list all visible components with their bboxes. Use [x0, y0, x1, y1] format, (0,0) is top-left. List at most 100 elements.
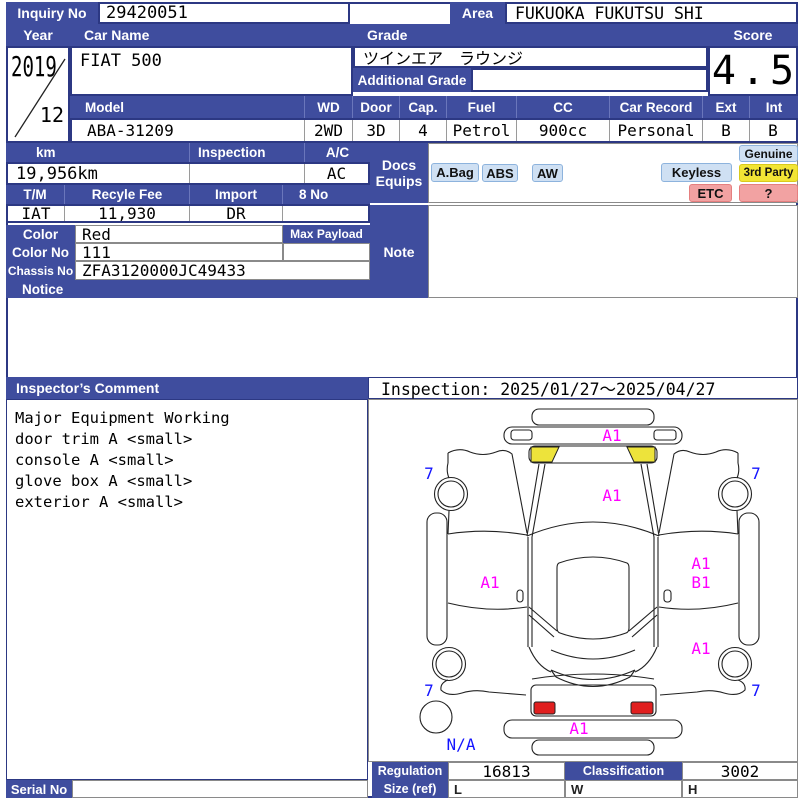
- front-right-lamp-outline: [653, 429, 677, 441]
- note-label: Note: [370, 205, 428, 298]
- fuel-value: Petrol: [447, 120, 517, 141]
- rear-left-fender: [440, 679, 527, 696]
- door-bottom-lines: [447, 602, 739, 610]
- int-label: Int: [765, 99, 783, 115]
- a-pillars: [526, 463, 660, 538]
- grade-label: Grade: [353, 24, 708, 46]
- km-values-row: 19,956km AC: [6, 162, 370, 185]
- classification-value: 3002: [682, 762, 798, 781]
- tail-lights: [533, 701, 654, 715]
- front-left-fender: [447, 449, 528, 534]
- left-door-mark: A1: [480, 573, 499, 592]
- car-record-label: Car Record: [610, 96, 703, 118]
- right-door-mark-2: B1: [691, 573, 710, 592]
- front-left-wheel-mark: 7: [424, 464, 434, 483]
- cap-value: 4: [400, 120, 447, 141]
- keyless-badge: Keyless: [661, 163, 732, 182]
- eight-no-label: 8 No: [299, 187, 329, 202]
- classification-label: Classification: [565, 762, 682, 780]
- ac-value: AC: [326, 164, 347, 183]
- inspection-value: [190, 164, 305, 183]
- inquiry-no-value: 29420051: [98, 2, 350, 24]
- serial-no-value: [72, 780, 368, 798]
- unknown-badge: ?: [739, 184, 798, 202]
- inspection-period: Inspection: 2025/01/27～2025/04/27: [368, 377, 798, 399]
- size-h-cell: H: [682, 780, 798, 798]
- b-pillars: [527, 537, 659, 647]
- rear-right-fender: [659, 679, 746, 696]
- right-quarter-mark: A1: [691, 639, 710, 658]
- quarter-pillars: [528, 606, 658, 638]
- door-top-lines: [447, 530, 739, 536]
- serial-no-label: Serial No: [6, 780, 72, 798]
- regulation-value: 16813: [448, 762, 565, 781]
- front-left-wheel: [433, 476, 469, 512]
- regulation-label: Regulation: [372, 762, 448, 780]
- km-label: km: [6, 143, 190, 162]
- inquiry-no-label: Inquiry No: [6, 2, 98, 24]
- color-no-label: Color No: [6, 243, 75, 261]
- car-name-label: Car Name: [70, 24, 353, 46]
- rear-left-wheel: [431, 646, 467, 682]
- chassis-no-value: ZFA3120000JC49433: [75, 261, 370, 280]
- inspectors-comment-area: Major Equipment Working door trim A <sma…: [6, 399, 368, 780]
- tm-header-row: T/M Recyle Fee Import 8 No: [6, 185, 370, 204]
- cc-value: 900cc: [517, 120, 610, 141]
- km-value: 19,956km: [8, 164, 190, 184]
- inspection-label: Inspection: [190, 143, 305, 162]
- ac-label: A/C: [325, 145, 350, 160]
- model-value: ABA-31209: [72, 120, 305, 141]
- note-area: [428, 205, 798, 298]
- ext-value: B: [703, 120, 750, 141]
- chassis-no-label: Chassis No: [6, 261, 75, 280]
- recycle-fee-label: Recyle Fee: [65, 185, 190, 204]
- comment-line-4: glove box A <small>: [15, 472, 193, 490]
- car-record-value: Personal: [610, 120, 703, 141]
- month-value: 12: [39, 103, 64, 127]
- front-bumper-mark: A1: [602, 426, 621, 445]
- notice-label: Notice: [6, 280, 370, 298]
- genuine-badge: Genuine: [739, 145, 798, 162]
- comment-line-3: console A <small>: [15, 451, 174, 469]
- recycle-fee-value: 11,930: [65, 204, 190, 223]
- rear-right-wheel-mark: 7: [751, 681, 761, 700]
- spare-tire-outline: [419, 700, 453, 734]
- car-name-value: FIAT 500: [70, 46, 353, 96]
- left-door-handle: [516, 589, 524, 603]
- size-w-cell: W: [565, 780, 682, 798]
- rear-window-top-arc: [550, 649, 636, 660]
- year-value: 2019: [11, 50, 57, 83]
- color-value: Red: [75, 225, 283, 244]
- color-label: Color: [6, 225, 75, 243]
- front-bumper-outline: [503, 426, 683, 445]
- cap-label: Cap.: [400, 96, 447, 118]
- tm-values-row: IAT 11,930 DR: [6, 204, 370, 223]
- hood-mark: A1: [602, 486, 621, 505]
- max-payload-value: [283, 243, 370, 261]
- grade-value: ツインエア ラウンジ: [353, 46, 708, 68]
- import-label: Import: [190, 185, 283, 204]
- year-value-cell: 2019 12: [6, 46, 70, 143]
- right-side-rail: [738, 512, 760, 646]
- right-door-mark-1: A1: [691, 554, 710, 573]
- score-label: Score: [708, 24, 798, 46]
- front-left-lamp-outline: [510, 429, 533, 441]
- size-l-cell: L: [448, 780, 565, 798]
- roof-outline: [556, 556, 630, 640]
- equips-label: Equips: [375, 173, 423, 189]
- additional-grade-value: [471, 68, 708, 92]
- model-values-row: ABA-31209 2WD 3D 4 Petrol 900cc Personal…: [70, 118, 798, 143]
- door-label: Door: [353, 96, 400, 118]
- front-right-wheel-mark: 7: [751, 464, 761, 483]
- wd-value: 2WD: [305, 120, 353, 141]
- comment-line-2: door trim A <small>: [15, 430, 193, 448]
- rear-left-wheel-mark: 7: [424, 681, 434, 700]
- third-party-badge: 3rd Party: [739, 164, 798, 182]
- eight-no-value: [283, 206, 368, 221]
- comment-line-1: Major Equipment Working: [15, 409, 230, 427]
- score-value: 4.5: [708, 46, 798, 96]
- car-diagram-panel: A1 A1 A1 A1 B1 A1 A1 7 7 7 7 N/A: [368, 399, 798, 762]
- rear-bumper-mark: A1: [569, 719, 588, 738]
- tm-value: IAT: [8, 204, 65, 223]
- front-right-fender: [658, 449, 739, 534]
